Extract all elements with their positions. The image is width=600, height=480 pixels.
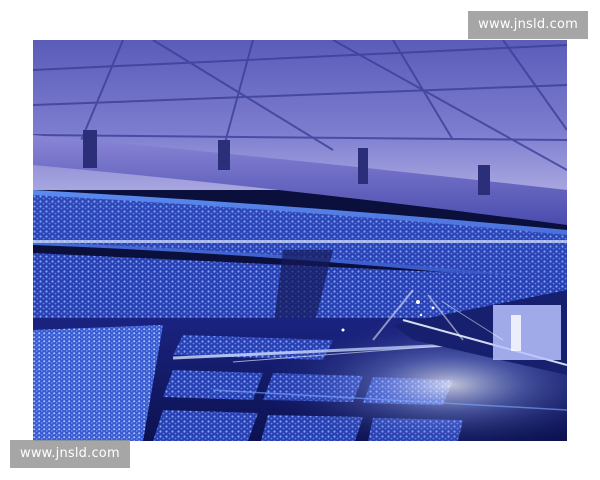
watermark-top: www.jnsld.com bbox=[468, 11, 588, 39]
stage-screen bbox=[493, 305, 561, 360]
watermark-bottom: www.jnsld.com bbox=[10, 440, 130, 468]
concert-scene bbox=[33, 40, 567, 441]
concert-photo bbox=[33, 40, 567, 441]
